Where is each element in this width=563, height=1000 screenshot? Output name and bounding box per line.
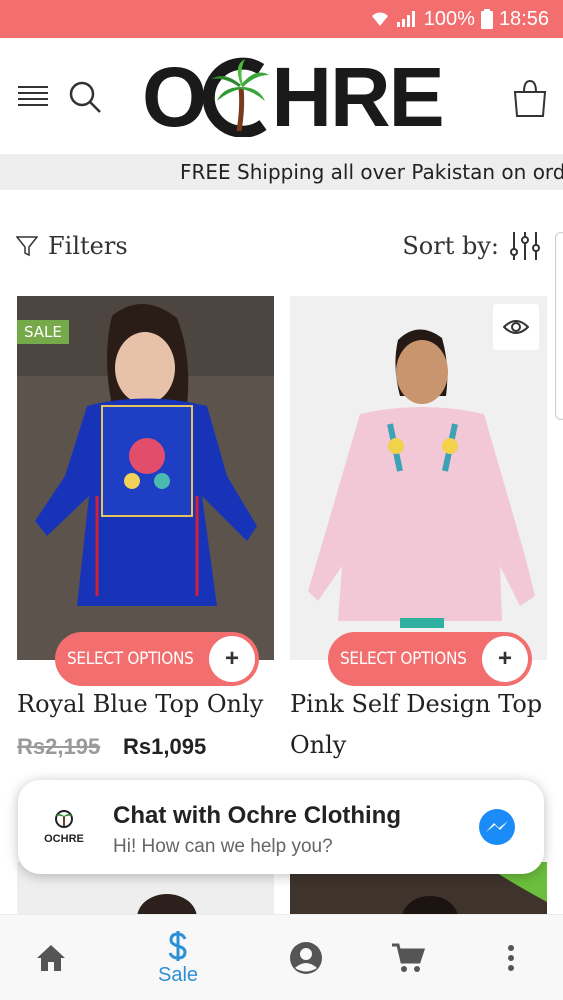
product-name[interactable]: Pink Self Design Top Only: [290, 684, 547, 766]
messenger-icon[interactable]: [478, 808, 516, 846]
announcement-text: FREE Shipping all over Pakistan on order…: [180, 160, 563, 184]
sort-by-button[interactable]: Sort by:: [402, 230, 541, 262]
home-icon: [37, 945, 65, 971]
filters-label: Filters: [48, 232, 128, 260]
search-icon[interactable]: [68, 80, 102, 114]
more-vertical-icon: [508, 945, 514, 971]
select-options-label: SELECT OPTIONS: [340, 649, 467, 669]
chat-subtitle: Hi! How can we help you?: [113, 836, 333, 857]
dollar-icon: [168, 930, 187, 961]
logo-letters-hre: HRE: [271, 50, 444, 144]
select-options-button[interactable]: SELECT OPTIONS +: [328, 632, 532, 686]
ochre-avatar: OCHRE: [44, 810, 84, 846]
shopping-bag-icon[interactable]: [512, 78, 548, 118]
side-edge-handle[interactable]: [555, 232, 563, 420]
product-name[interactable]: Royal Blue Top Only: [17, 684, 274, 725]
nav-account[interactable]: [286, 915, 326, 1000]
wifi-icon: [371, 12, 388, 26]
product-card[interactable]: SALE SELECT OPTIONS + Royal Blue Top Onl…: [17, 296, 274, 759]
sliders-icon: [510, 232, 540, 260]
messenger-chat-widget[interactable]: OCHRE Chat with Ochre Clothing Hi! How c…: [18, 780, 544, 874]
chat-title: Chat with Ochre Clothing: [113, 802, 401, 829]
battery-icon: [480, 9, 493, 29]
eye-icon: [503, 320, 529, 334]
original-price: Rs2,195: [17, 734, 101, 759]
status-time: 18:56: [498, 7, 549, 30]
avatar-text: OCHRE: [44, 833, 84, 845]
sort-label: Sort by:: [402, 232, 499, 260]
nav-cart[interactable]: [386, 915, 430, 1000]
sale-badge: SALE: [17, 320, 69, 344]
plus-icon: +: [209, 636, 255, 682]
product-photo-pink-top: [290, 296, 547, 660]
filter-funnel-icon: [16, 236, 38, 257]
signal-icon: [396, 11, 415, 27]
product-photo-blue-top: [17, 296, 274, 660]
ochre-logo[interactable]: O HRE: [142, 54, 482, 140]
product-image[interactable]: SALE: [17, 296, 274, 660]
announcement-bar: FREE Shipping all over Pakistan on order…: [0, 154, 563, 190]
logo-letter-o: O: [142, 50, 207, 144]
bottom-navigation: Sale: [0, 914, 563, 1000]
status-bar: 100% 18:56: [0, 0, 563, 38]
battery-percent: 100%: [423, 7, 475, 30]
product-card[interactable]: SELECT OPTIONS + Pink Self Design Top On…: [290, 296, 547, 759]
select-options-label: SELECT OPTIONS: [67, 649, 194, 669]
palm-tree-avatar-icon: [55, 810, 73, 828]
site-header: O HRE: [0, 38, 563, 154]
nav-more[interactable]: [498, 915, 524, 1000]
palm-tree-logo-icon: [203, 57, 270, 137]
plus-icon: +: [482, 636, 528, 682]
product-image[interactable]: [290, 296, 547, 660]
nav-sale[interactable]: Sale: [148, 915, 208, 1000]
nav-home[interactable]: [28, 915, 74, 1000]
sale-price: Rs1,095: [123, 734, 207, 759]
account-circle-icon: [290, 942, 322, 974]
filters-button[interactable]: Filters: [16, 232, 128, 260]
quick-view-button[interactable]: [493, 304, 539, 350]
hamburger-menu-icon[interactable]: [18, 84, 48, 108]
select-options-button[interactable]: SELECT OPTIONS +: [55, 632, 259, 686]
nav-sale-label: Sale: [157, 963, 199, 986]
cart-icon: [392, 943, 425, 972]
